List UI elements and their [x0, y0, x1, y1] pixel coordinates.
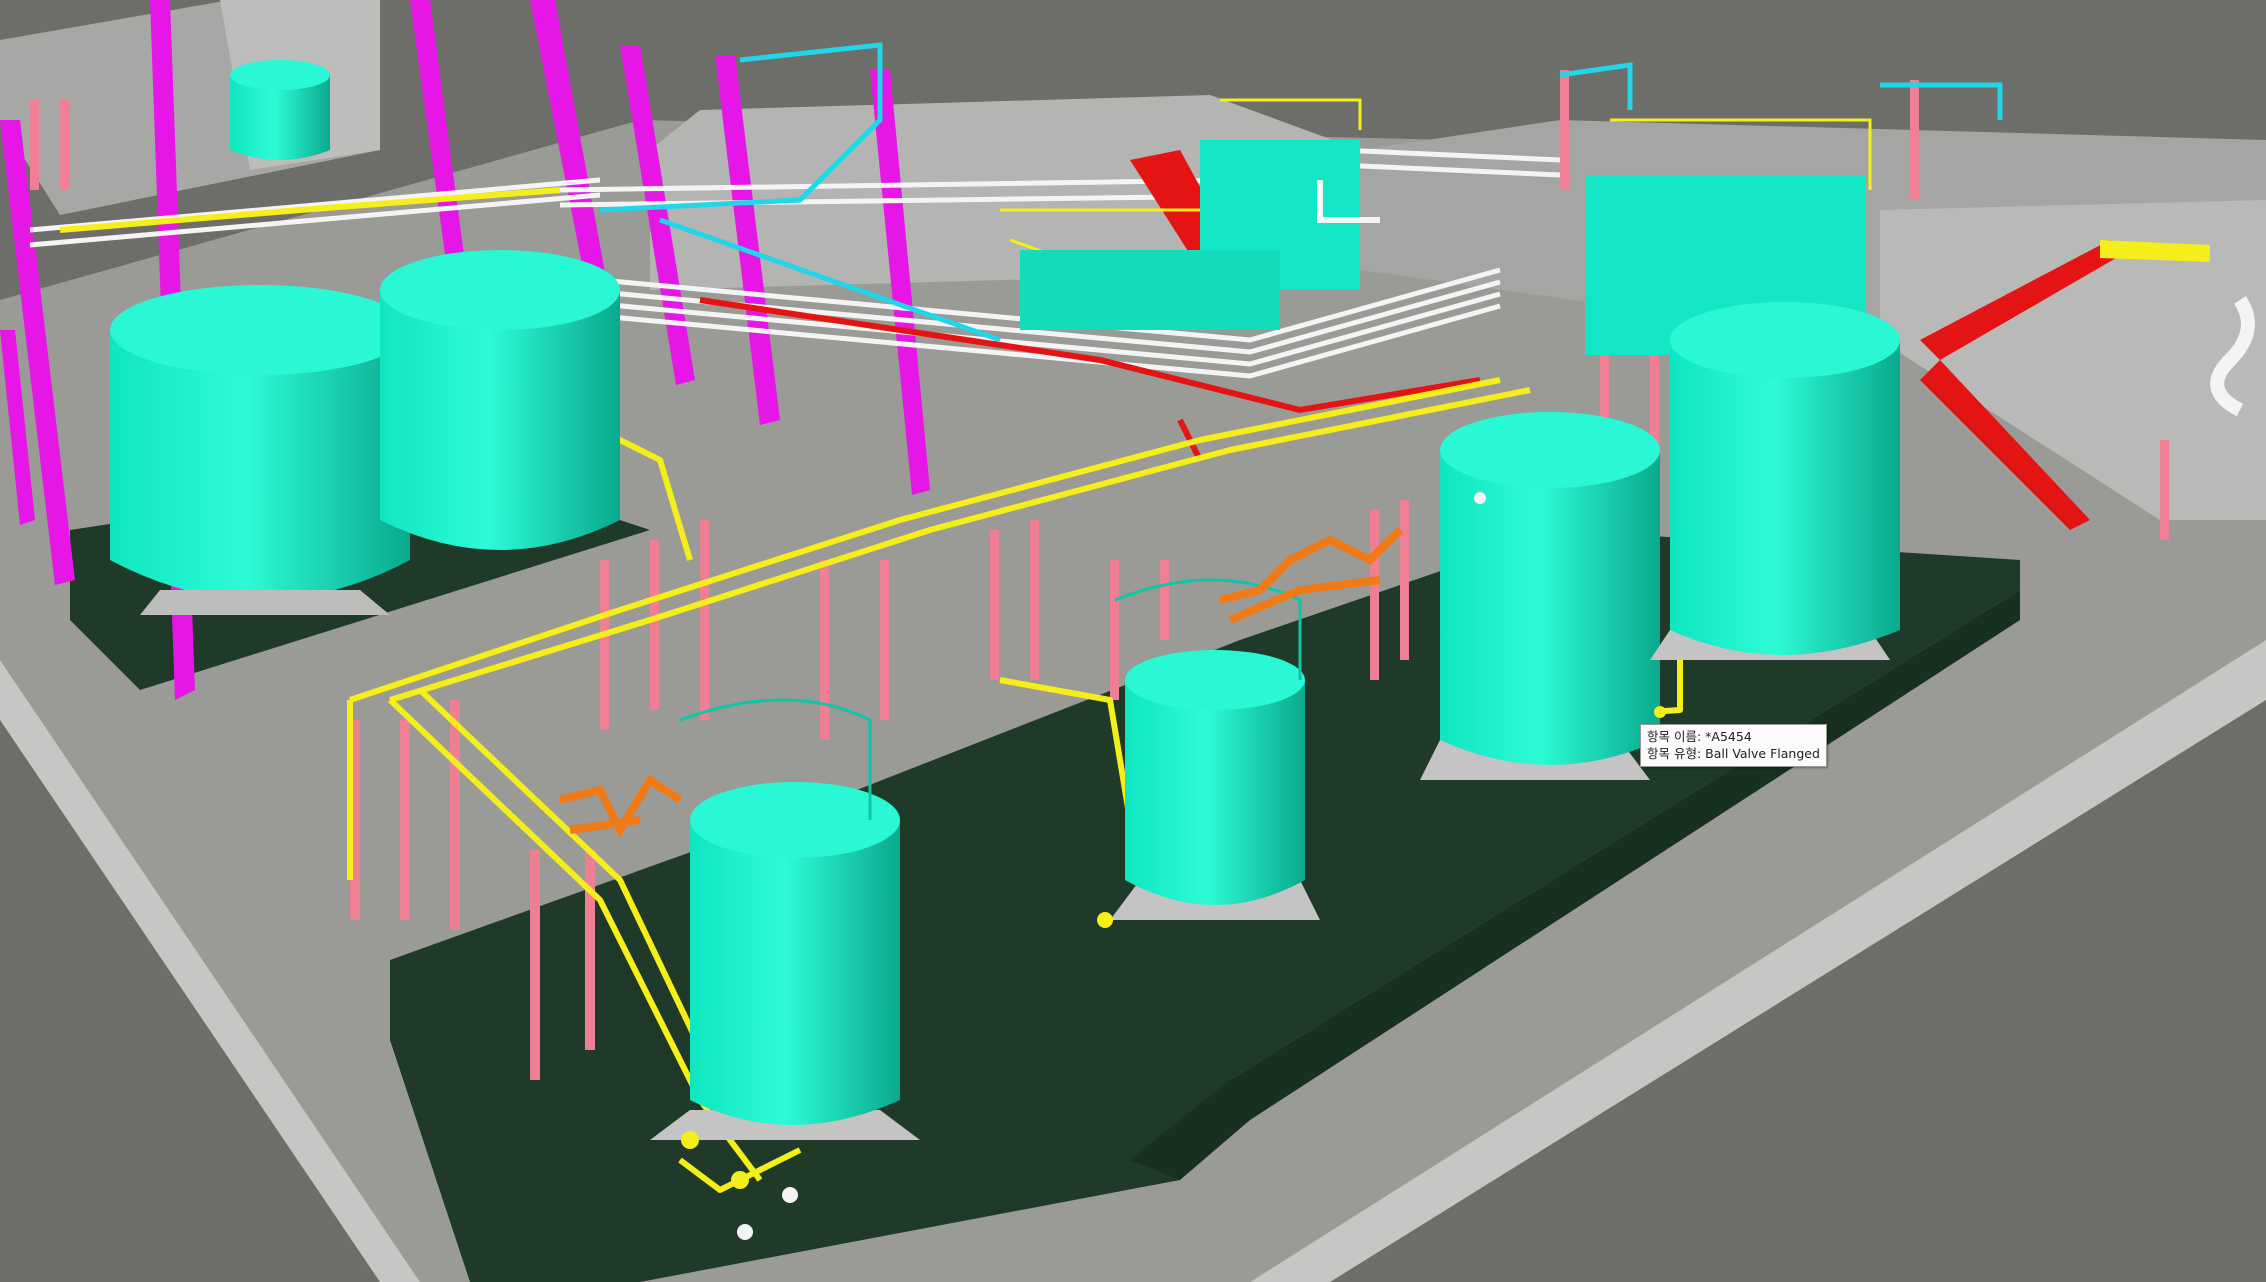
tank-top-left-small[interactable] [230, 60, 330, 160]
tank-rect-mid[interactable] [1020, 250, 1280, 330]
item-tooltip: 항목 이름: *A5454 항목 유형: Ball Valve Flanged [1640, 724, 1827, 767]
tooltip-item-name: 항목 이름: *A5454 [1647, 729, 1752, 744]
tank-rear-left-2[interactable] [380, 250, 620, 550]
tooltip-item-type: 항목 유형: Ball Valve Flanged [1647, 746, 1820, 761]
tank-front-right-1[interactable] [1420, 412, 1660, 780]
3d-model-viewport[interactable]: 항목 이름: *A5454 항목 유형: Ball Valve Flanged [0, 0, 2266, 1282]
tank-front-right-2[interactable] [1650, 302, 1900, 660]
tank-rear-left-1[interactable] [110, 285, 410, 615]
